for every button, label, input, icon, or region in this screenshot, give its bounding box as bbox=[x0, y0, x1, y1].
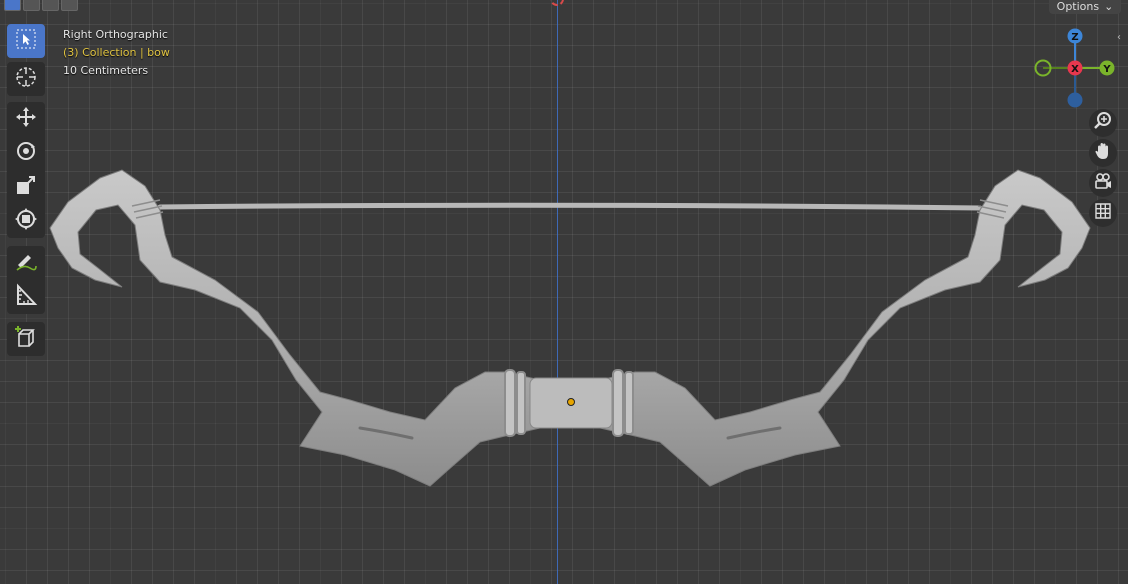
select-box-tool[interactable] bbox=[7, 24, 45, 58]
measure-tool[interactable] bbox=[7, 280, 45, 314]
neg-z-handle[interactable] bbox=[1067, 92, 1083, 108]
cursor-select-icon bbox=[15, 28, 37, 54]
transform-tool[interactable] bbox=[7, 204, 45, 238]
sidebar-toggle-icon[interactable]: ‹ bbox=[1117, 32, 1121, 43]
camera-view-button[interactable] bbox=[1089, 169, 1117, 197]
crosshair-cursor-icon bbox=[14, 65, 38, 93]
measure-ruler-icon bbox=[14, 283, 38, 311]
rotate-icon bbox=[14, 139, 38, 167]
x-label: X bbox=[1071, 64, 1079, 75]
transform-icon bbox=[14, 207, 38, 235]
cursor-tool[interactable] bbox=[7, 62, 45, 96]
pan-button[interactable] bbox=[1089, 139, 1117, 167]
grid-ortho-icon bbox=[1094, 202, 1112, 224]
y-label: Y bbox=[1102, 64, 1111, 75]
viewport-info: Right Orthographic (3) Collection | bow … bbox=[63, 26, 170, 80]
z-label: Z bbox=[1071, 32, 1078, 43]
navigation-gizmo[interactable]: Z Y X bbox=[1032, 28, 1118, 114]
scale-label: 10 Centimeters bbox=[63, 64, 149, 77]
hand-pan-icon bbox=[1093, 141, 1113, 165]
zoom-icon bbox=[1093, 111, 1113, 135]
camera-icon bbox=[1093, 171, 1113, 195]
ortho-toggle-button[interactable] bbox=[1089, 199, 1117, 227]
collection-label: (3) Collection | bow bbox=[63, 46, 170, 59]
3d-viewport[interactable]: Options ⌄ Right Orthographic (3) Collect… bbox=[0, 0, 1128, 584]
annotate-pen-icon bbox=[14, 249, 38, 277]
add-cube-tool[interactable] bbox=[7, 322, 45, 356]
annotate-tool[interactable] bbox=[7, 246, 45, 280]
view-name: Right Orthographic bbox=[63, 28, 168, 41]
scale-icon bbox=[15, 174, 37, 200]
add-cube-icon bbox=[13, 324, 39, 354]
bow-right-limb bbox=[599, 169, 1091, 487]
object-origin-dot bbox=[567, 398, 575, 406]
bow-string bbox=[157, 202, 983, 211]
move-arrows-icon bbox=[14, 105, 38, 133]
move-tool[interactable] bbox=[7, 102, 45, 136]
zoom-button[interactable] bbox=[1089, 109, 1117, 137]
bow-model[interactable] bbox=[0, 0, 1128, 584]
scale-tool[interactable] bbox=[7, 170, 45, 204]
bow-left-limb bbox=[49, 169, 541, 487]
rotate-tool[interactable] bbox=[7, 136, 45, 170]
